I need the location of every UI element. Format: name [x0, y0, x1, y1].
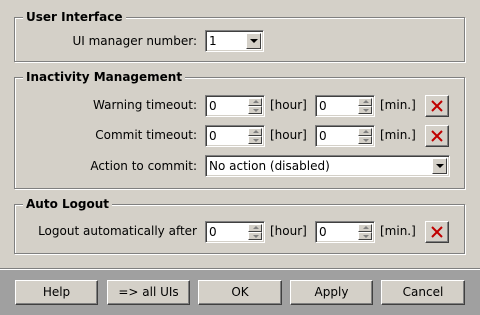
- close-icon: [431, 226, 443, 238]
- commit-minutes-value: 0: [319, 129, 327, 143]
- ui-manager-select[interactable]: 1: [205, 30, 264, 52]
- settings-dialog: User Interface UI manager number: 1 Inac…: [0, 0, 480, 315]
- commit-hours-value: 0: [209, 129, 217, 143]
- inactivity-management-title: Inactivity Management: [23, 70, 186, 84]
- close-icon: [431, 130, 443, 142]
- commit-hours-spin-buttons[interactable]: [248, 128, 262, 144]
- spin-down-icon[interactable]: [358, 106, 372, 114]
- commit-minutes-spin-buttons[interactable]: [358, 128, 372, 144]
- warning-minutes-spin-buttons[interactable]: [358, 98, 372, 114]
- spin-up-icon[interactable]: [358, 224, 372, 232]
- close-icon: [431, 100, 443, 112]
- logout-hours-spin-buttons[interactable]: [248, 224, 262, 240]
- warning-hours-value: 0: [209, 99, 217, 113]
- ui-manager-dropdown-arrow-icon[interactable]: [246, 33, 261, 49]
- action-to-commit-value: No action (disabled): [209, 159, 330, 173]
- clear-auto-logout-button[interactable]: [425, 221, 449, 243]
- auto-logout-title: Auto Logout: [23, 197, 112, 211]
- spin-down-icon[interactable]: [358, 232, 372, 240]
- apply-button[interactable]: Apply: [290, 280, 373, 305]
- commit-minutes-unit: [min.]: [380, 128, 416, 142]
- spin-up-icon[interactable]: [248, 128, 262, 136]
- warning-hours-unit: [hour]: [270, 98, 307, 112]
- help-button[interactable]: Help: [15, 280, 98, 305]
- cancel-button[interactable]: Cancel: [381, 280, 465, 305]
- spin-up-icon[interactable]: [248, 224, 262, 232]
- spin-down-icon[interactable]: [358, 136, 372, 144]
- spin-up-icon[interactable]: [358, 128, 372, 136]
- ok-button[interactable]: OK: [198, 280, 282, 305]
- action-dropdown-arrow-icon[interactable]: [432, 158, 447, 174]
- logout-minutes-value: 0: [319, 225, 327, 239]
- logout-hours-unit: [hour]: [270, 224, 307, 238]
- warning-minutes-value: 0: [319, 99, 327, 113]
- action-to-commit-label: Action to commit:: [90, 159, 197, 173]
- warning-minutes-unit: [min.]: [380, 98, 416, 112]
- warning-hours-spinner[interactable]: 0: [205, 95, 265, 117]
- commit-minutes-spinner[interactable]: 0: [315, 125, 375, 147]
- spin-down-icon[interactable]: [248, 232, 262, 240]
- logout-hours-spinner[interactable]: 0: [205, 221, 265, 243]
- spin-down-icon[interactable]: [248, 136, 262, 144]
- logout-minutes-spinner[interactable]: 0: [315, 221, 375, 243]
- commit-hours-unit: [hour]: [270, 128, 307, 142]
- auto-logout-label: Logout automatically after: [38, 224, 197, 238]
- clear-warning-timeout-button[interactable]: [425, 95, 449, 117]
- logout-minutes-spin-buttons[interactable]: [358, 224, 372, 240]
- action-to-commit-select[interactable]: No action (disabled): [205, 155, 450, 177]
- spin-up-icon[interactable]: [248, 98, 262, 106]
- commit-timeout-label: Commit timeout:: [95, 128, 197, 142]
- ui-manager-value: 1: [209, 34, 217, 48]
- warning-timeout-label: Warning timeout:: [93, 98, 197, 112]
- commit-hours-spinner[interactable]: 0: [205, 125, 265, 147]
- spin-up-icon[interactable]: [358, 98, 372, 106]
- warning-hours-spin-buttons[interactable]: [248, 98, 262, 114]
- warning-minutes-spinner[interactable]: 0: [315, 95, 375, 117]
- user-interface-title: User Interface: [23, 10, 126, 24]
- logout-hours-value: 0: [209, 225, 217, 239]
- logout-minutes-unit: [min.]: [380, 224, 416, 238]
- apply-to-all-uis-button[interactable]: => all UIs: [107, 280, 190, 305]
- clear-commit-timeout-button[interactable]: [425, 125, 449, 147]
- spin-down-icon[interactable]: [248, 106, 262, 114]
- ui-manager-label: UI manager number:: [72, 34, 197, 48]
